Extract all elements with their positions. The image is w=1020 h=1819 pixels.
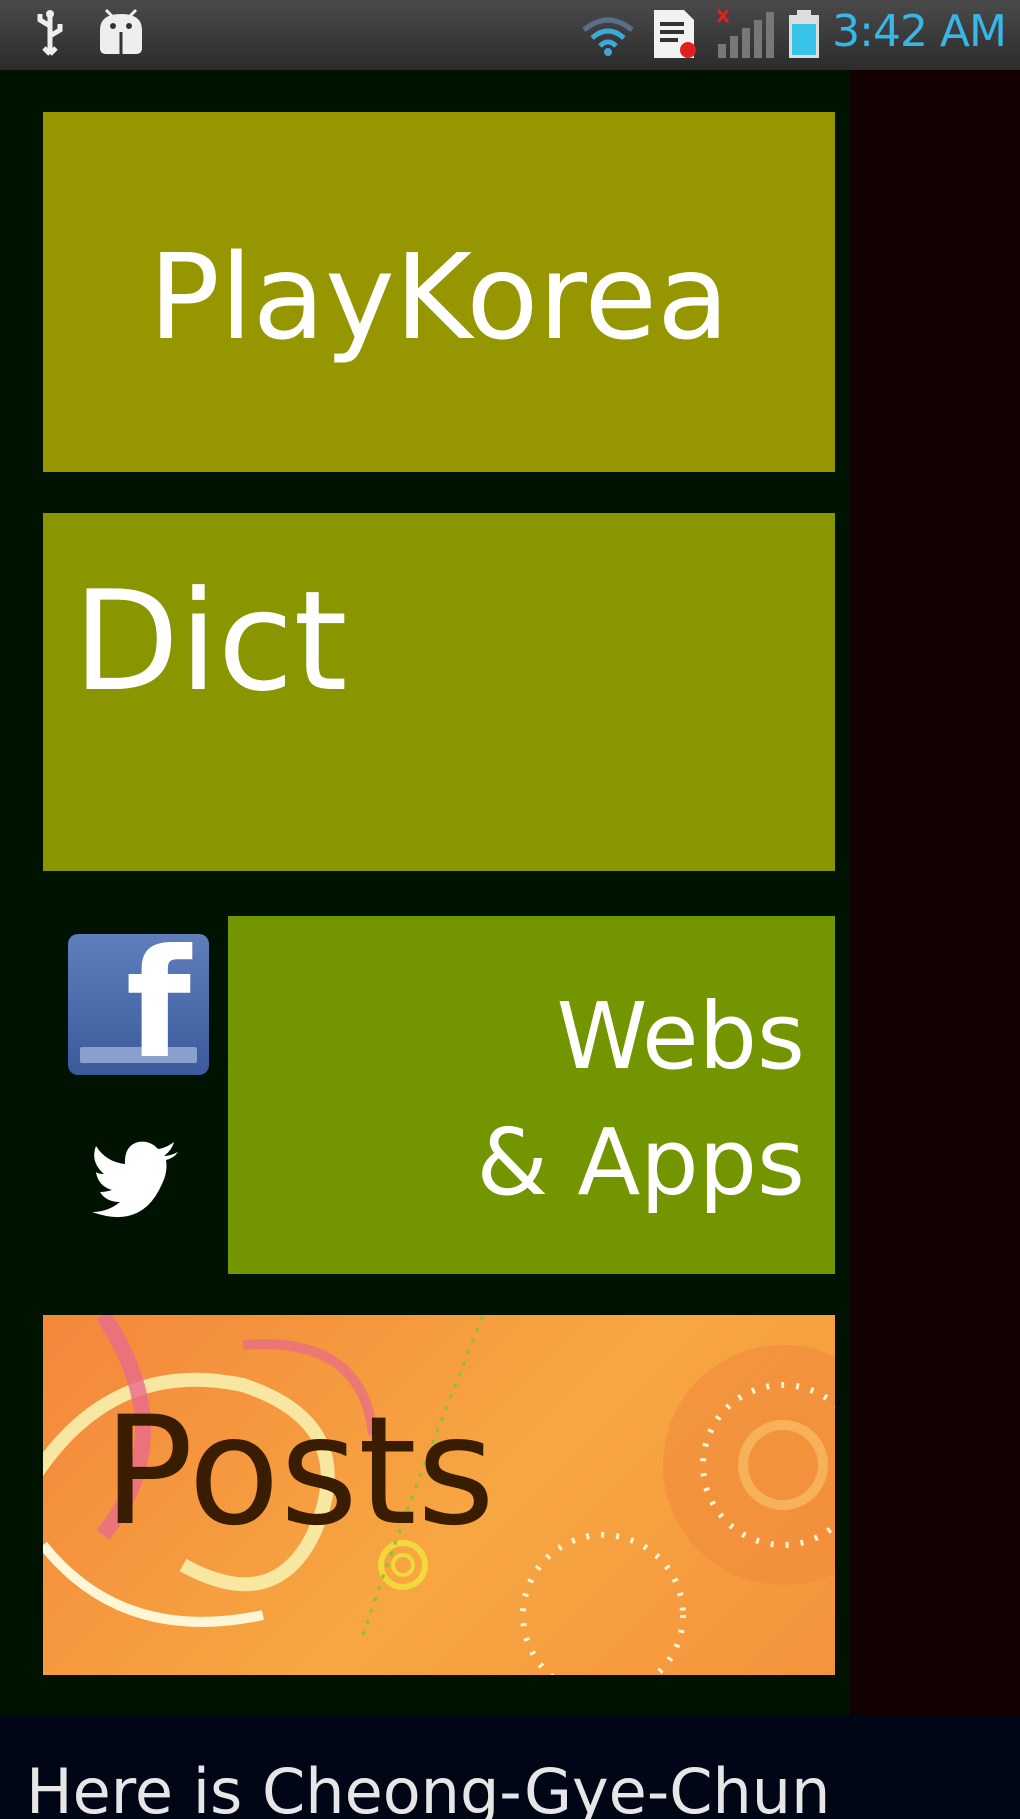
facebook-f-glyph: f bbox=[125, 918, 191, 1092]
webs-apps-tile[interactable]: Webs & Apps bbox=[228, 916, 835, 1274]
caption-text: Here is Cheong-Gye-Chun bbox=[26, 1755, 831, 1819]
wifi-icon bbox=[582, 17, 634, 56]
posts-tile[interactable]: Posts bbox=[43, 1315, 835, 1675]
usb-icon bbox=[37, 10, 63, 56]
playkorea-tile-label: PlayKorea bbox=[148, 228, 730, 366]
battery-icon bbox=[789, 10, 819, 58]
dict-tile-label: Dict bbox=[73, 561, 348, 722]
caption-bar: Here is Cheong-Gye-Chun bbox=[0, 1715, 1020, 1819]
posts-tile-label: Posts bbox=[103, 1385, 495, 1559]
webs-apps-line2: & Apps bbox=[476, 1109, 805, 1216]
playkorea-tile[interactable]: PlayKorea bbox=[43, 112, 835, 472]
facebook-icon[interactable]: f bbox=[68, 918, 209, 1092]
signal-icon bbox=[716, 9, 774, 58]
sim-card-icon bbox=[654, 10, 696, 58]
status-clock: 3:42 AM bbox=[832, 6, 1007, 57]
android-debug-icon bbox=[100, 8, 142, 54]
side-panel bbox=[850, 70, 1020, 1715]
twitter-icon[interactable] bbox=[92, 1140, 182, 1220]
status-bar: 3:42 AM bbox=[0, 0, 1020, 70]
dict-tile[interactable]: Dict bbox=[43, 513, 835, 871]
webs-apps-line1: Webs bbox=[556, 983, 805, 1090]
